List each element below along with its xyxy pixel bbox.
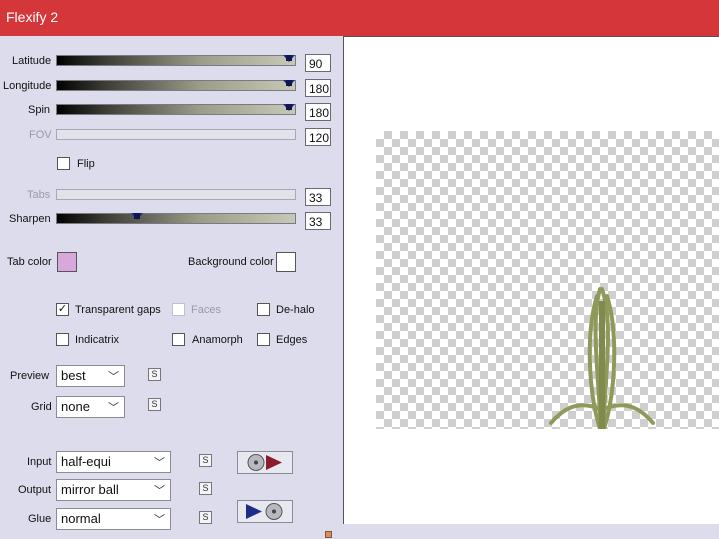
glue-dropdown[interactable]: normal ﹀ xyxy=(56,508,171,530)
flip-label: Flip xyxy=(77,158,95,170)
glue-label: Glue xyxy=(28,513,52,525)
longitude-slider[interactable] xyxy=(56,80,296,91)
transparent-gaps-label: Transparent gaps xyxy=(75,304,161,316)
input-format-button[interactable] xyxy=(237,451,293,474)
input-label: Input xyxy=(27,456,52,468)
sharpen-slider[interactable] xyxy=(56,213,296,224)
s-lock-icon[interactable]: S xyxy=(199,454,212,467)
chevron-down-icon: ﹀ xyxy=(154,514,165,526)
canvas-bottom-strip xyxy=(343,524,719,539)
de-halo-checkbox[interactable] xyxy=(257,303,270,316)
longitude-slider-thumb[interactable] xyxy=(283,80,295,87)
tabs-value[interactable]: 33 xyxy=(305,188,331,206)
fov-label: FOV xyxy=(29,129,52,141)
tab-color-swatch[interactable] xyxy=(57,252,77,272)
s-lock-icon[interactable]: S xyxy=(199,482,212,495)
chevron-down-icon: ﹀ xyxy=(154,485,165,497)
resize-handle[interactable] xyxy=(325,531,332,538)
output-value: mirror ball xyxy=(61,482,119,497)
edges-label: Edges xyxy=(276,334,308,346)
background-color-label: Background color xyxy=(188,256,274,268)
faces-checkbox[interactable] xyxy=(172,303,185,316)
spin-value[interactable]: 180 xyxy=(305,103,331,121)
chevron-down-icon: ﹀ xyxy=(108,402,119,414)
chevron-down-icon: ﹀ xyxy=(154,457,165,469)
spin-slider-thumb[interactable] xyxy=(283,104,295,111)
sharpen-value[interactable]: 33 xyxy=(305,212,331,230)
window-title: Flexify 2 xyxy=(6,9,59,25)
spin-slider[interactable] xyxy=(56,104,296,115)
tabs-label: Tabs xyxy=(27,189,51,201)
preview-dropdown[interactable]: best ﹀ xyxy=(56,365,125,387)
background-color-swatch[interactable] xyxy=(276,252,296,272)
arrow-disc-icon xyxy=(246,503,283,520)
edges-checkbox[interactable] xyxy=(257,333,270,346)
de-halo-label: De-halo xyxy=(276,304,315,316)
fov-value[interactable]: 120 xyxy=(305,128,331,146)
anamorph-label: Anamorph xyxy=(192,334,243,346)
longitude-label: Longitude xyxy=(3,80,52,92)
s-lock-icon[interactable]: S xyxy=(148,368,161,381)
output-label: Output xyxy=(18,484,52,496)
sharpen-label: Sharpen xyxy=(9,213,51,225)
output-dropdown[interactable]: mirror ball ﹀ xyxy=(56,479,171,501)
fov-slider[interactable] xyxy=(56,129,296,140)
grid-dropdown[interactable]: none ﹀ xyxy=(56,396,125,418)
tab-color-label: Tab color xyxy=(7,256,52,268)
grid-label: Grid xyxy=(31,401,52,413)
latitude-slider-thumb[interactable] xyxy=(283,55,295,62)
longitude-value[interactable]: 180 xyxy=(305,79,331,97)
preview-value: best xyxy=(61,368,86,383)
disc-arrow-icon xyxy=(247,454,282,471)
latitude-label: Latitude xyxy=(12,55,52,67)
indicatrix-label: Indicatrix xyxy=(75,334,120,346)
anamorph-checkbox[interactable] xyxy=(172,333,185,346)
output-format-button[interactable] xyxy=(237,500,293,523)
s-lock-icon[interactable]: S xyxy=(148,398,161,411)
latitude-value[interactable]: 90 xyxy=(305,54,331,72)
preview-label: Preview xyxy=(10,370,50,382)
spin-label: Spin xyxy=(28,104,51,116)
chevron-down-icon: ﹀ xyxy=(108,371,119,383)
flip-checkbox[interactable] xyxy=(57,157,70,170)
input-dropdown[interactable]: half-equi ﹀ xyxy=(56,451,171,473)
sharpen-slider-thumb[interactable] xyxy=(131,213,143,220)
indicatrix-checkbox[interactable] xyxy=(56,333,69,346)
latitude-slider[interactable] xyxy=(56,55,296,66)
glue-value: normal xyxy=(61,511,101,526)
title-bar: Flexify 2 xyxy=(0,0,719,36)
tabs-slider[interactable] xyxy=(56,189,296,200)
s-lock-icon[interactable]: S xyxy=(199,511,212,524)
faces-label: Faces xyxy=(191,304,221,316)
input-value: half-equi xyxy=(61,454,111,469)
transparent-gaps-checkbox[interactable]: ✓ xyxy=(56,303,69,316)
grid-value: none xyxy=(61,399,90,414)
preview-artwork xyxy=(549,287,655,429)
